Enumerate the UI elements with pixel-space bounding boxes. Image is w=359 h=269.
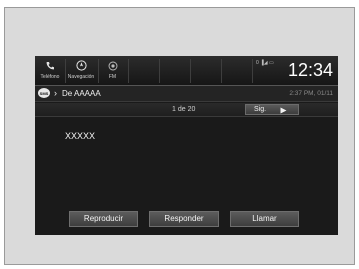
sms-icon: SMS	[38, 88, 50, 98]
radio-icon	[108, 56, 118, 71]
next-button[interactable]: Sig.	[245, 104, 299, 115]
figure-frame: Teléfono Navegación FM 0 ▐◢ ▭ 12:34 SMS …	[4, 7, 355, 265]
message-header: SMS › De AAAAA 2:37 PM, 01/11	[35, 86, 338, 102]
radio-shortcut[interactable]: FM	[99, 56, 126, 85]
message-count: 1 de 20	[172, 106, 196, 113]
action-bar: Reproducir Responder Llamar	[35, 211, 338, 229]
status-bar: Teléfono Navegación FM 0 ▐◢ ▭ 12:34	[35, 56, 338, 86]
message-pager: 1 de 20 Sig.	[35, 103, 338, 117]
chevron-right-icon: ›	[54, 88, 57, 98]
next-label: Sig.	[254, 105, 267, 113]
play-button[interactable]: Reproducir	[69, 211, 138, 227]
compass-icon	[75, 56, 87, 71]
divider	[159, 59, 160, 83]
message-body: XXXXX	[65, 131, 96, 141]
phone-label: Teléfono	[40, 74, 60, 80]
status-indicators: 0 ▐◢ ▭	[256, 60, 274, 66]
call-button[interactable]: Llamar	[230, 211, 299, 227]
divider	[190, 59, 191, 83]
message-timestamp: 2:37 PM, 01/11	[289, 90, 333, 97]
phone-icon	[45, 56, 55, 71]
navigation-label: Navegación	[67, 74, 95, 80]
reply-button[interactable]: Responder	[149, 211, 219, 227]
phone-shortcut[interactable]: Teléfono	[37, 56, 63, 85]
clock: 12:34	[287, 60, 333, 80]
navigation-shortcut[interactable]: Navegación	[66, 56, 96, 85]
divider	[252, 59, 253, 83]
play-triangle-icon	[280, 101, 287, 119]
radio-label: FM	[108, 74, 117, 80]
divider	[221, 59, 222, 83]
infotainment-screen: Teléfono Navegación FM 0 ▐◢ ▭ 12:34 SMS …	[35, 56, 338, 235]
sender: De AAAAA	[62, 89, 101, 98]
divider	[128, 59, 129, 83]
